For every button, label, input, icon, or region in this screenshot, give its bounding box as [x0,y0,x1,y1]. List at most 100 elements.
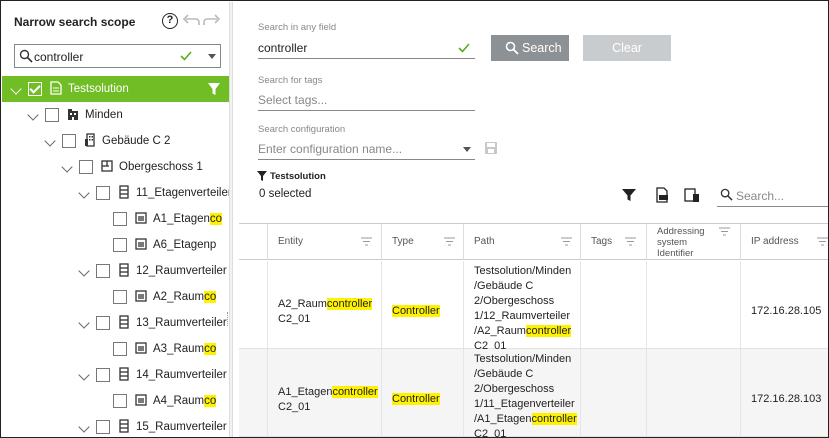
filter-icon[interactable] [207,82,221,96]
expand-chevron-icon[interactable] [78,369,90,381]
help-icon[interactable]: ? [162,13,178,29]
table-row[interactable]: A1_Etagencontroller C2_01 Controller Testso… [239,349,828,438]
expand-chevron-icon[interactable] [78,317,90,329]
ip-text: 172.16.28.103 [751,393,822,405]
tree-checkbox[interactable] [96,316,110,330]
controller-icon [135,289,147,303]
expand-chevron-icon[interactable] [27,109,39,121]
tree-checkbox[interactable] [113,394,127,408]
expand-chevron-icon[interactable] [78,187,90,199]
expand-chevron-icon[interactable] [78,265,90,277]
app-window: Narrow search scope ? controller Testsol… [0,0,829,438]
tags-cell [580,261,646,348]
column-path[interactable]: Path [463,224,580,260]
tree-node-label: Gebäude C 2 [102,135,170,147]
expand-chevron-icon[interactable] [10,83,22,95]
undo-icon[interactable] [182,13,200,29]
expand-chevron-icon[interactable] [78,421,90,433]
tree-checkbox[interactable] [96,368,110,382]
tree-checkbox[interactable] [96,420,110,434]
tree-node[interactable]: A4_Raumco [2,388,229,414]
tree-checkbox[interactable] [28,82,42,96]
path-text: Testsolution/Minden/Gebäude C 2/Obergesch… [474,353,577,438]
tree-node-label-text: Minden [85,109,123,121]
tags-input[interactable]: Select tags... [258,89,475,111]
tree-node[interactable]: Obergeschoss 1 [2,154,229,180]
column-addressing[interactable]: Addressing system Identifier [646,224,740,260]
tree-checkbox[interactable] [113,342,127,356]
column-header-label: Addressing system Identifier [657,226,705,259]
row-select-cell [239,349,267,436]
tree-node[interactable]: 15_Raumverteiler [2,414,229,437]
scope-search-input[interactable]: controller [14,44,221,68]
tree-checkbox[interactable] [96,264,110,278]
tree-node[interactable]: Minden [2,102,229,128]
tree-node-label: 13_Raumverteiler [136,317,227,329]
tree-node[interactable]: A3_Raumco [2,336,229,362]
tree-checkbox[interactable] [45,108,59,122]
cabinet-icon [118,185,130,199]
column-filter-icon[interactable] [719,227,730,236]
expand-chevron-icon[interactable] [44,135,56,147]
dropdown-caret-icon[interactable] [463,147,471,152]
document-icon [50,81,62,95]
filter-icon[interactable] [621,187,637,203]
any-field-input[interactable]: controller [258,37,475,59]
tree-node[interactable]: Testsolution [2,76,229,102]
column-filter-icon[interactable] [444,237,455,246]
details-panel-icon[interactable] [684,187,700,203]
column-header-label: Entity [278,236,304,247]
cabinet-icon [118,367,130,381]
tree-node[interactable]: 13_Raumverteiler [2,310,229,336]
tree-node[interactable]: A2_Raumco [2,284,229,310]
tree-checkbox[interactable] [96,186,110,200]
scope-search-value: controller [34,50,84,64]
expand-chevron-icon[interactable] [61,161,73,173]
dropdown-caret-icon[interactable] [208,54,216,59]
tree-node-label: 14_Raumverteiler [136,369,227,381]
column-header-line: Addressing [657,226,705,237]
config-placeholder: Enter configuration name... [258,142,403,156]
tree-node[interactable]: 11_Etagenverteiler [2,180,229,206]
tree-node[interactable]: Gebäude C 2 [2,128,229,154]
column-ip-address[interactable]: IP address [740,224,828,260]
column-entity[interactable]: Entity [267,224,381,260]
table-row[interactable]: A2_Raumcontroller C2_01 Controller Testsolu… [239,261,828,352]
column-filter-icon[interactable] [561,237,572,246]
tree-checkbox[interactable] [113,238,127,252]
save-icon[interactable] [484,141,498,155]
tree-node[interactable]: 14_Raumverteiler [2,362,229,388]
tree-node-label-text: Testsolution [68,83,129,95]
column-header-label: Tags [591,236,613,247]
row-select-header [239,224,267,260]
tree-node[interactable]: A6_Etagenp [2,232,229,258]
tree-node-label-text: Gebäude C 2 [102,135,171,147]
column-filter-icon[interactable] [817,237,828,246]
clear-button[interactable]: Clear [583,35,671,61]
column-type[interactable]: Type [381,224,463,260]
tree-node[interactable]: 12_Raumverteiler [2,258,229,284]
cabinet-icon [118,419,130,433]
search-button[interactable]: Search [491,35,569,61]
tree-node-label-text: 12_Raumverteiler [136,265,227,277]
tree-node-label-text: A4_Raum [153,395,205,407]
column-filter-icon[interactable] [625,237,636,246]
config-input[interactable]: Enter configuration name... [258,138,475,160]
column-filter-icon[interactable] [361,237,372,246]
tree-node-label-text: A1_Etagen [153,213,210,225]
tree-checkbox[interactable] [62,134,76,148]
grid-search-input[interactable]: Search... [717,183,828,207]
tree-checkbox[interactable] [113,212,127,226]
export-csv-icon[interactable] [654,187,670,203]
tree-checkbox[interactable] [79,160,93,174]
redo-icon[interactable] [203,13,221,29]
any-field-value: controller [258,41,308,55]
floor-plan-icon [101,159,113,173]
grid-search-placeholder: Search... [736,189,785,203]
tree-node[interactable]: A1_Etagenco [2,206,229,232]
controller-icon [135,237,147,251]
column-tags[interactable]: Tags [580,224,646,260]
tree-node-label-text: 13_Raumverteiler [136,317,227,329]
tree-checkbox[interactable] [113,290,127,304]
search-button-label: Search [522,41,562,55]
